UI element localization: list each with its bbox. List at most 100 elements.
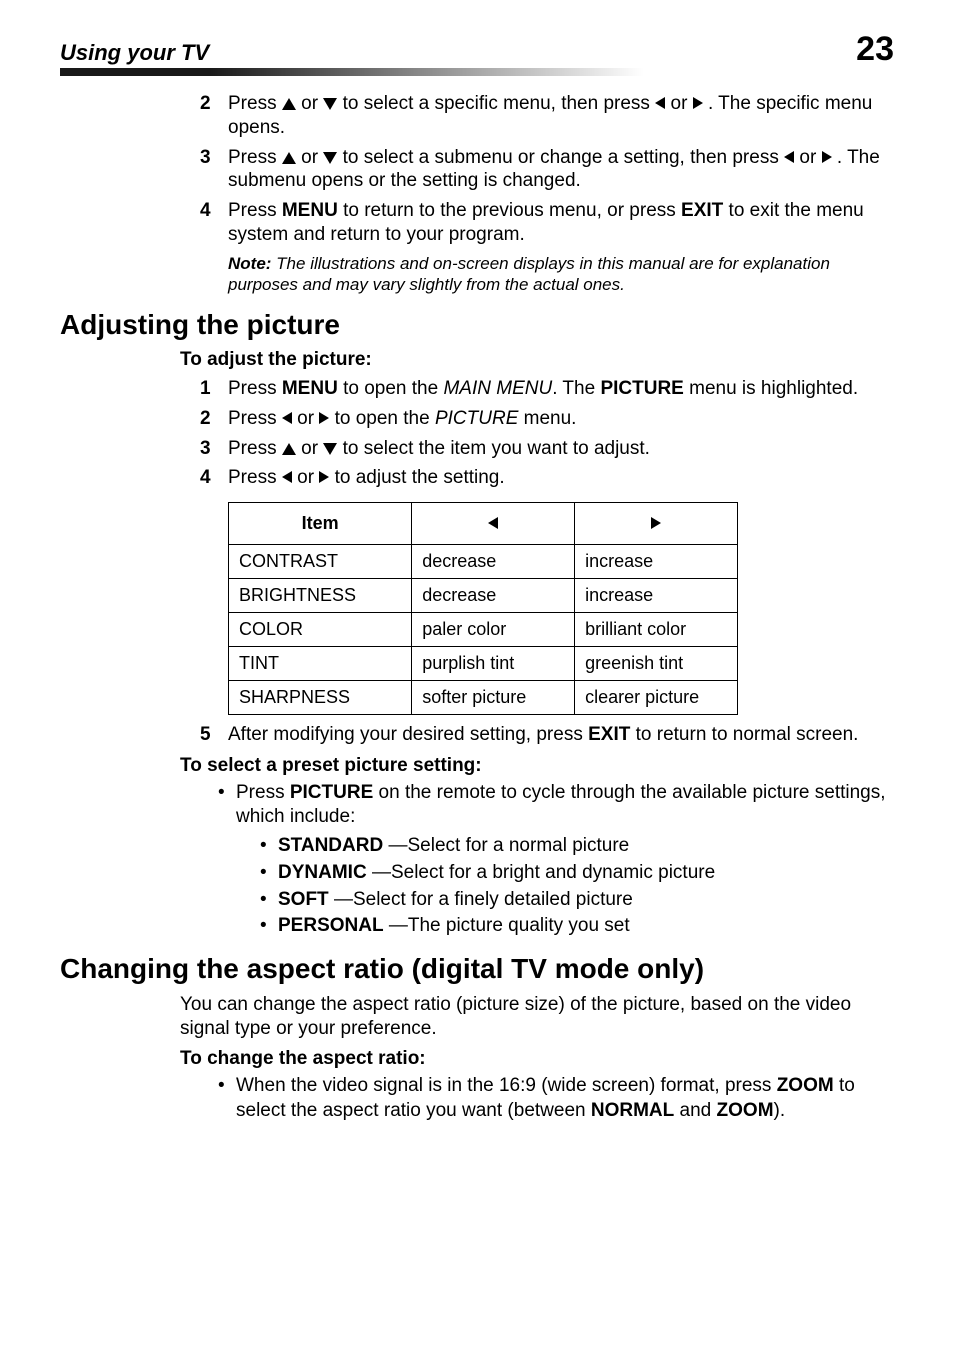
t: or	[292, 408, 319, 429]
to-change-aspect-proc: To change the aspect ratio:	[180, 1048, 894, 1070]
zoom-key: ZOOM	[777, 1075, 834, 1096]
cell: TINT	[229, 647, 412, 681]
aspect-ratio-heading: Changing the aspect ratio (digital TV mo…	[60, 953, 894, 985]
t: —Select for a finely detailed picture	[329, 889, 633, 910]
preset-block: Press PICTURE on the remote to cycle thr…	[200, 781, 894, 939]
t: —Select for a normal picture	[383, 835, 629, 856]
cell: clearer picture	[575, 681, 738, 715]
menu-key: MENU	[282, 200, 338, 221]
t: to select a submenu or change a setting,…	[343, 147, 785, 168]
t: —Select for a bright and dynamic picture	[367, 862, 716, 883]
picture-menu-name: PICTURE	[435, 408, 518, 429]
t: Press	[228, 467, 282, 488]
col-item: Item	[229, 503, 412, 545]
cell: increase	[575, 545, 738, 579]
table-row: CONTRASTdecreaseincrease	[229, 545, 738, 579]
t: to open the	[338, 378, 444, 399]
cell: decrease	[412, 545, 575, 579]
step-number: 3	[200, 146, 228, 194]
t: —The picture quality you set	[384, 915, 630, 936]
step-number: 2	[200, 92, 228, 140]
adjust-step-3: 3 Press or to select the item you want t…	[200, 437, 894, 461]
cell: softer picture	[412, 681, 575, 715]
list-item: DYNAMIC —Select for a bright and dynamic…	[260, 861, 894, 886]
t: to adjust the setting.	[329, 467, 504, 488]
cell: increase	[575, 579, 738, 613]
t: menu is highlighted.	[684, 378, 858, 399]
adjust-steps: 1 Press MENU to open the MAIN MENU. The …	[200, 377, 894, 747]
aspect-block: When the video signal is in the 16:9 (wi…	[200, 1074, 894, 1123]
t: Press	[228, 378, 282, 399]
arrow-right-icon	[693, 97, 703, 109]
t: menu.	[518, 408, 576, 429]
picture-settings-table: Item CONTRASTdecreaseincrease BRIGHTNESS…	[228, 502, 738, 715]
step-number: 3	[200, 437, 228, 461]
normal-key: NORMAL	[591, 1100, 674, 1121]
exit-key: EXIT	[588, 724, 630, 745]
col-right	[575, 503, 738, 545]
col-left	[412, 503, 575, 545]
arrow-right-icon	[651, 517, 661, 529]
page-number: 23	[856, 30, 894, 69]
preset-list: Press PICTURE on the remote to cycle thr…	[200, 781, 894, 939]
t: to select the item you want to adjust.	[337, 438, 650, 459]
list-item: STANDARD —Select for a normal picture	[260, 834, 894, 859]
step-text: Press or to open the PICTURE menu.	[228, 407, 894, 431]
picture-key: PICTURE	[600, 378, 683, 399]
cell: BRIGHTNESS	[229, 579, 412, 613]
step-text: After modifying your desired setting, pr…	[228, 723, 894, 747]
to-select-preset-proc: To select a preset picture setting:	[180, 755, 894, 777]
aspect-list: When the video signal is in the 16:9 (wi…	[200, 1074, 894, 1123]
t: After modifying your desired setting, pr…	[228, 724, 588, 745]
step-text: Press MENU to open the MAIN MENU. The PI…	[228, 377, 894, 401]
arrow-left-icon	[282, 412, 292, 424]
t: Press	[228, 147, 282, 168]
arrow-right-icon	[319, 412, 329, 424]
zoom-key: ZOOM	[717, 1100, 774, 1121]
picture-key: PICTURE	[290, 782, 373, 803]
arrow-right-icon	[319, 471, 329, 483]
to-adjust-proc: To adjust the picture:	[180, 349, 894, 371]
note-body: The illustrations and on-screen displays…	[228, 254, 830, 294]
step-number: 4	[200, 199, 228, 247]
arrow-left-icon	[282, 471, 292, 483]
step-text: Press or to adjust the setting.	[228, 466, 894, 490]
step-number: 1	[200, 377, 228, 401]
cell: greenish tint	[575, 647, 738, 681]
arrow-up-icon	[282, 152, 296, 164]
cell: COLOR	[229, 613, 412, 647]
adjust-step-1: 1 Press MENU to open the MAIN MENU. The …	[200, 377, 894, 401]
mode-name: PERSONAL	[278, 915, 384, 936]
cell: decrease	[412, 579, 575, 613]
table-row: TINTpurplish tintgreenish tint	[229, 647, 738, 681]
t: to return to the previous menu, or press	[338, 200, 681, 221]
list-item: When the video signal is in the 16:9 (wi…	[218, 1074, 894, 1123]
t: or	[292, 467, 319, 488]
t: or	[671, 93, 693, 114]
top-steps: 2 Press or to select a specific menu, th…	[200, 92, 894, 295]
preset-sublist: STANDARD —Select for a normal picture DY…	[242, 834, 894, 939]
arrow-up-icon	[282, 443, 296, 455]
t: to open the	[329, 408, 435, 429]
t: to select a specific menu, then press	[343, 93, 656, 114]
cell: purplish tint	[412, 647, 575, 681]
step-2: 2 Press or to select a specific menu, th…	[200, 92, 894, 140]
list-item: SOFT —Select for a finely detailed pictu…	[260, 888, 894, 913]
arrow-up-icon	[282, 98, 296, 110]
t: When the video signal is in the 16:9 (wi…	[236, 1075, 777, 1096]
t: to return to normal screen.	[630, 724, 858, 745]
list-item: Press PICTURE on the remote to cycle thr…	[218, 781, 894, 939]
table-row: COLORpaler colorbrilliant color	[229, 613, 738, 647]
header-divider	[60, 68, 894, 76]
adjust-step-2: 2 Press or to open the PICTURE menu.	[200, 407, 894, 431]
t: Press	[236, 782, 290, 803]
t: ).	[774, 1100, 786, 1121]
adjust-step-4: 4 Press or to adjust the setting.	[200, 466, 894, 490]
menu-key: MENU	[282, 378, 338, 399]
list-item: PERSONAL —The picture quality you set	[260, 914, 894, 939]
step-number: 4	[200, 466, 228, 490]
step-text: Press MENU to return to the previous men…	[228, 199, 894, 247]
t: Press	[228, 200, 282, 221]
arrow-right-icon	[822, 151, 832, 163]
t: or	[301, 93, 323, 114]
